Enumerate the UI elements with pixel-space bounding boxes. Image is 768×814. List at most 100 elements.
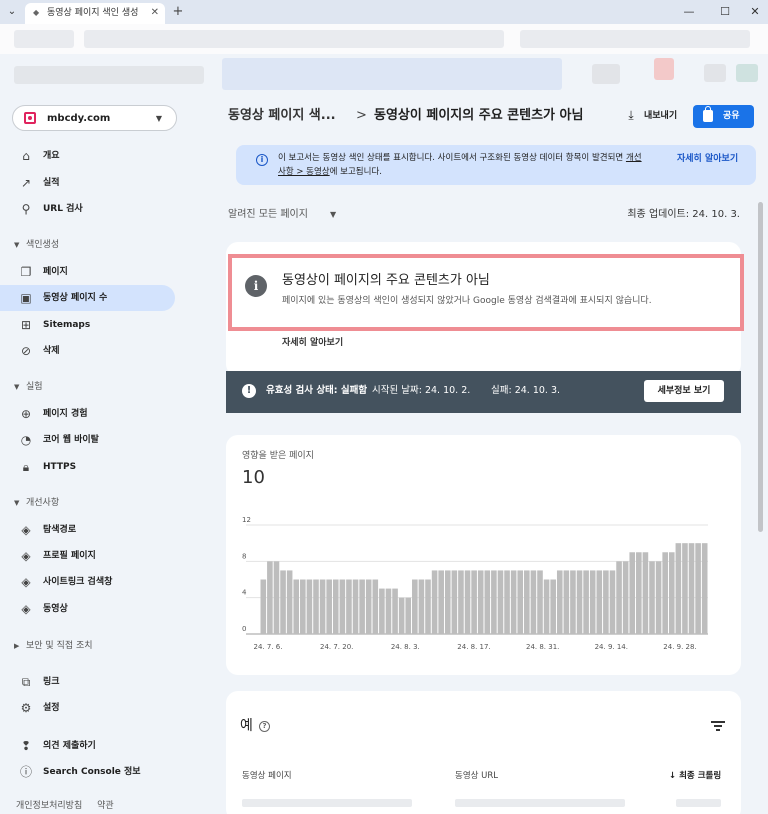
chart-bar[interactable] xyxy=(444,570,451,634)
see-details-button[interactable]: 세부정보 보기 xyxy=(644,380,724,402)
sidebar-item-sitemaps[interactable]: ⊞ Sitemaps xyxy=(0,312,175,338)
chart-bar[interactable] xyxy=(530,570,537,634)
chart-bar[interactable] xyxy=(372,579,379,635)
new-tab-button[interactable]: + xyxy=(170,4,186,20)
sidebar-item-removals[interactable]: ⊘ 삭제 xyxy=(0,338,175,364)
maximize-button[interactable]: ☐ xyxy=(714,3,736,21)
chart-bar[interactable] xyxy=(570,570,576,634)
chart-bar[interactable] xyxy=(510,570,517,634)
column-video-page[interactable]: 동영상 페이지 xyxy=(242,771,292,782)
privacy-link[interactable]: 개인정보처리방침 xyxy=(16,801,82,811)
sidebar-item-settings[interactable]: ⚙ 설정 xyxy=(0,695,175,721)
chart-bar[interactable] xyxy=(675,543,682,634)
chart-bar[interactable] xyxy=(385,588,392,634)
chart-bar[interactable] xyxy=(286,570,293,634)
chart-bar[interactable] xyxy=(418,579,425,635)
chart-bar[interactable] xyxy=(609,570,616,634)
chart-bar[interactable] xyxy=(682,543,688,634)
sidebar-item-core-web-vitals[interactable]: ◔ 코어 웹 바이탈 xyxy=(0,427,175,453)
chart-bar[interactable] xyxy=(701,543,708,634)
chart-bar[interactable] xyxy=(497,570,504,634)
section-experience[interactable]: ▼ 실험 xyxy=(14,381,43,393)
chart-bar[interactable] xyxy=(484,570,491,634)
chart-bar[interactable] xyxy=(629,552,636,634)
chart-bar[interactable] xyxy=(517,570,524,634)
chart-bar[interactable] xyxy=(464,570,471,634)
terms-link[interactable]: 약관 xyxy=(97,801,114,811)
chart-bar[interactable] xyxy=(458,570,464,634)
sidebar-item-url-inspection[interactable]: ⚲ URL 검사 xyxy=(0,196,175,222)
section-security[interactable]: ▶ 보안 및 직접 조치 xyxy=(14,640,93,652)
chart-bar[interactable] xyxy=(346,579,352,635)
learn-more-link[interactable]: 자세히 알아보기 xyxy=(677,153,738,165)
chart-bar[interactable] xyxy=(260,579,267,635)
share-button[interactable]: 공유 xyxy=(693,105,754,128)
chart-bar[interactable] xyxy=(563,570,570,634)
sidebar-item-links[interactable]: ⧉ 링크 xyxy=(0,669,175,695)
breadcrumb[interactable]: 동영상 페이지 색... xyxy=(228,108,336,124)
sidebar-item-pages[interactable]: ❐ 페이지 xyxy=(0,259,175,285)
chart-bar[interactable] xyxy=(352,579,359,635)
chart-bar[interactable] xyxy=(300,579,306,635)
sidebar-item-performance[interactable]: ↗ 실적 xyxy=(0,170,175,196)
chart-bar[interactable] xyxy=(319,579,326,635)
chart-bar[interactable] xyxy=(392,588,398,634)
chart-bar[interactable] xyxy=(398,597,405,634)
chart-bar[interactable] xyxy=(583,570,589,634)
chart-bar[interactable] xyxy=(649,561,655,634)
chart-bar[interactable] xyxy=(477,570,484,634)
filter-icon[interactable] xyxy=(711,719,725,733)
chart-bar[interactable] xyxy=(339,579,346,635)
sidebar-item-about[interactable]: ⓘ Search Console 정보 xyxy=(0,759,175,785)
chart-bar[interactable] xyxy=(504,570,510,634)
column-video-url[interactable]: 동영상 URL xyxy=(455,771,498,782)
sidebar-item-video-pages[interactable]: ▣ 동영상 페이지 수 xyxy=(0,285,175,311)
section-enhancements[interactable]: ▼ 개선사항 xyxy=(14,497,59,509)
chart-bar[interactable] xyxy=(365,579,372,635)
chart-bar[interactable] xyxy=(655,561,662,634)
help-icon[interactable]: ? xyxy=(259,721,270,732)
sidebar-item-sitelinks-searchbox[interactable]: ◈ 사이트링크 검색창 xyxy=(0,569,175,595)
scrollbar-thumb[interactable] xyxy=(758,202,763,532)
chart-bar[interactable] xyxy=(596,570,603,634)
close-window-button[interactable]: ✕ xyxy=(744,3,766,21)
sidebar-item-page-experience[interactable]: ⊕ 페이지 경험 xyxy=(0,401,175,427)
chart-bar[interactable] xyxy=(471,570,477,634)
sidebar-item-feedback[interactable]: ❢ 의견 제출하기 xyxy=(0,733,175,759)
chart-bar[interactable] xyxy=(425,579,431,635)
chart-bar[interactable] xyxy=(616,561,622,634)
chart-bar[interactable] xyxy=(326,579,332,635)
chart-bar[interactable] xyxy=(636,552,642,634)
chart-bar[interactable] xyxy=(359,579,365,635)
chart-bar[interactable] xyxy=(543,579,550,635)
chart-bar[interactable] xyxy=(603,570,609,634)
sidebar-item-breadcrumbs[interactable]: ◈ 탐색경로 xyxy=(0,517,175,543)
chart-bar[interactable] xyxy=(273,561,280,634)
chart-bar[interactable] xyxy=(451,570,458,634)
sidebar-item-https[interactable]: 🔒︎ HTTPS xyxy=(0,454,175,480)
chart-bar[interactable] xyxy=(556,570,563,634)
chart-bar[interactable] xyxy=(550,579,556,635)
chart-bar[interactable] xyxy=(642,552,649,634)
chart-bar[interactable] xyxy=(431,570,438,634)
pages-filter-dropdown[interactable]: 알려진 모든 페이지 xyxy=(228,208,308,221)
issue-learn-more-link[interactable]: 자세히 알아보기 xyxy=(282,337,343,349)
chart-bar[interactable] xyxy=(293,579,300,635)
chart-bar[interactable] xyxy=(589,570,596,634)
chart-bar[interactable] xyxy=(524,570,530,634)
chart-bar[interactable] xyxy=(537,570,543,634)
minimize-button[interactable]: — xyxy=(678,3,700,21)
sidebar-item-profile-page[interactable]: ◈ 프로필 페이지 xyxy=(0,543,175,569)
chart-bar[interactable] xyxy=(313,579,319,635)
chart-bar[interactable] xyxy=(332,579,339,635)
chart-bar[interactable] xyxy=(306,579,313,635)
chart-bar[interactable] xyxy=(622,561,629,634)
section-indexing[interactable]: ▼ 색인생성 xyxy=(14,239,59,251)
tab-close-icon[interactable]: ✕ xyxy=(151,6,159,20)
chart-bar[interactable] xyxy=(576,570,583,634)
chart-bar[interactable] xyxy=(491,570,497,634)
column-last-crawled[interactable]: ↓ 최종 크롤링 xyxy=(669,771,721,782)
chart-bar[interactable] xyxy=(405,597,412,634)
chart-bar[interactable] xyxy=(412,579,418,635)
chart-bar[interactable] xyxy=(688,543,695,634)
